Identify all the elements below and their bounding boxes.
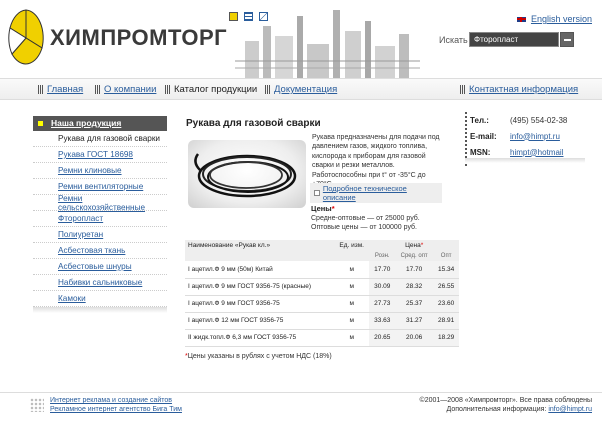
sidebar-item-gland-packing[interactable]: Набивки сальниковые (33, 275, 167, 291)
col-unit-header: Ед. изм. (334, 240, 370, 251)
nav-bars-icon (265, 85, 271, 94)
col-name-header: Наименование «Рукав кл.» (185, 240, 334, 251)
nav-about[interactable]: О компании (95, 84, 156, 95)
price-bulk: Оптовые цены — от 100000 руб. (311, 224, 417, 231)
row-retail: 17.70 (369, 261, 396, 279)
row-unit: м (334, 295, 370, 313)
row-name: I ацетил.Ф 9 мм ГОСТ 9356-75 (красные) (185, 278, 334, 296)
table-row: I ацетил.Ф 9 мм (50м) Китай м 17.70 17.7… (185, 261, 459, 279)
main-nav: Главная О компании Каталог продукции Док… (0, 78, 602, 100)
sub-retail-header: Розн. (369, 251, 396, 261)
sidebar-item-v-belts[interactable]: Ремни клиновые (33, 163, 167, 179)
uk-flag-icon (515, 15, 527, 23)
tech-description-link[interactable]: Подробное техническое описание (323, 184, 438, 202)
row-retail: 30.09 (369, 278, 396, 296)
row-unit: м (334, 261, 370, 279)
sidebar-item-kamoki[interactable]: Камоки (33, 291, 167, 307)
sidebar-item-ftoroplast[interactable]: Фторопласт (33, 211, 167, 227)
sidebar-item-agri-belts[interactable]: Ремни сельскохозяйственные (33, 194, 167, 212)
row-unit: м (334, 278, 370, 296)
search-input[interactable] (469, 32, 559, 47)
row-unit: м (334, 329, 370, 347)
col-price-header: Цена* (369, 240, 459, 251)
home-icon[interactable] (229, 12, 238, 21)
contacts: Тел.: (495) 554-02-38 E-mail: info@himpt.r… (470, 112, 595, 160)
nav-bars-icon (460, 85, 466, 94)
sub-mid-header: Сред. опт (395, 251, 434, 261)
product-description: Рукава предназначены для подачи под давл… (312, 134, 440, 188)
sidebar-shadow (33, 307, 167, 313)
page-title: Рукава для газовой сварки (186, 118, 321, 129)
contact-email: E-mail: info@himpt.ru (470, 131, 560, 141)
footer-divider (0, 392, 602, 393)
expand-icon (314, 190, 320, 196)
sidebar-item-hoses-gost[interactable]: Рукава ГОСТ 18698 (33, 147, 167, 163)
sidebar-item-asbestos-fabric[interactable]: Асбестовая ткань (33, 243, 167, 259)
agency-logo-icon[interactable] (30, 398, 44, 412)
price-wholesale: Средне-оптовые — от 25000 руб. (311, 215, 420, 222)
price-table: Наименование «Рукав кл.» Ед. изм. Цена* … (185, 240, 459, 347)
nav-bars-icon (95, 85, 101, 94)
page: ХИМПРОМТОРГ English version Искать Главн… (0, 0, 602, 428)
table-row: I ацетил.Ф 12 мм ГОСТ 9356-75 м 33.63 31… (185, 312, 459, 330)
row-opt: 28.91 (433, 312, 459, 330)
nav-contacts[interactable]: Контактная информация (460, 84, 578, 95)
nav-docs[interactable]: Документация (265, 84, 337, 95)
sitemap-icon[interactable] (244, 12, 253, 21)
product-image (188, 140, 306, 208)
footer-info-email[interactable]: info@himpt.ru (548, 406, 592, 413)
prices-heading: Цены* (311, 204, 335, 213)
table-row: I ацетил.Ф 9 мм ГОСТ 9356-75 (красные) м… (185, 278, 459, 296)
row-opt: 15.34 (433, 261, 459, 279)
footer-link-ads[interactable]: Интернет реклама и создание сайтов (50, 397, 172, 404)
email-link[interactable]: info@himpt.ru (510, 132, 560, 141)
sidebar-item-welding-hoses[interactable]: Рукава для газовой сварки (33, 131, 167, 147)
sub-opt-header: Опт (433, 251, 459, 261)
logo-text[interactable]: ХИМПРОМТОРГ (50, 25, 227, 51)
row-retail: 20.65 (369, 329, 396, 347)
footer-copyright: ©2001—2008 «Химпромторг». Все права собл… (419, 397, 592, 404)
table-row: II жидк.топл.Ф 6,3 мм ГОСТ 9356-75 м 20.… (185, 329, 459, 347)
footer-link-agency[interactable]: Рекламное интернет агентство Бига Тим (50, 406, 182, 413)
sidebar-item-asbestos-cords[interactable]: Асбестовые шнуры (33, 259, 167, 275)
nav-home[interactable]: Главная (38, 84, 83, 95)
row-mid: 20.06 (395, 329, 434, 347)
row-mid: 25.37 (395, 295, 434, 313)
footer-info: Дополнительная информация: info@himpt.ru (446, 406, 592, 413)
row-mid: 17.70 (395, 261, 434, 279)
sidebar: Наша продукция Рукава для газовой сварки… (33, 116, 167, 313)
contacts-shadow (465, 158, 585, 163)
hose-coil-icon (194, 153, 297, 198)
search-label: Искать (439, 35, 468, 45)
mail-icon[interactable] (259, 12, 268, 21)
table-row: I ацетил.Ф 9 мм ГОСТ 9356-75 м 27.73 25.… (185, 295, 459, 313)
row-mid: 31.27 (395, 312, 434, 330)
row-unit: м (334, 312, 370, 330)
price-footnote: *Цены указаны в рублях с учетом НДС (18%… (185, 353, 332, 360)
row-name: I ацетил.Ф 9 мм (50м) Китай (185, 261, 334, 279)
top-icons (229, 12, 268, 21)
row-retail: 27.73 (369, 295, 396, 313)
sidebar-item-polyurethane[interactable]: Полиуретан (33, 227, 167, 243)
row-mid: 28.32 (395, 278, 434, 296)
contact-phone: Тел.: (495) 554-02-38 (470, 115, 568, 125)
tech-description[interactable]: Подробное техническое описание (310, 183, 442, 203)
search-button[interactable] (560, 32, 574, 47)
english-version-link[interactable]: English version (531, 14, 592, 24)
nav-bars-icon (165, 85, 171, 94)
row-opt: 26.55 (433, 278, 459, 296)
msn-link[interactable]: himpt@hotmail (510, 148, 563, 157)
nav-catalog[interactable]: Каталог продукции (165, 84, 257, 95)
row-retail: 33.63 (369, 312, 396, 330)
logo-icon[interactable] (6, 8, 46, 68)
row-opt: 18.29 (433, 329, 459, 347)
nav-bars-icon (38, 85, 44, 94)
english-version: English version (515, 14, 592, 24)
row-opt: 23.60 (433, 295, 459, 313)
row-name: I ацетил.Ф 12 мм ГОСТ 9356-75 (185, 312, 334, 330)
row-name: II жидк.топл.Ф 6,3 мм ГОСТ 9356-75 (185, 329, 334, 347)
sidebar-heading[interactable]: Наша продукция (33, 116, 167, 131)
row-name: I ацетил.Ф 9 мм ГОСТ 9356-75 (185, 295, 334, 313)
